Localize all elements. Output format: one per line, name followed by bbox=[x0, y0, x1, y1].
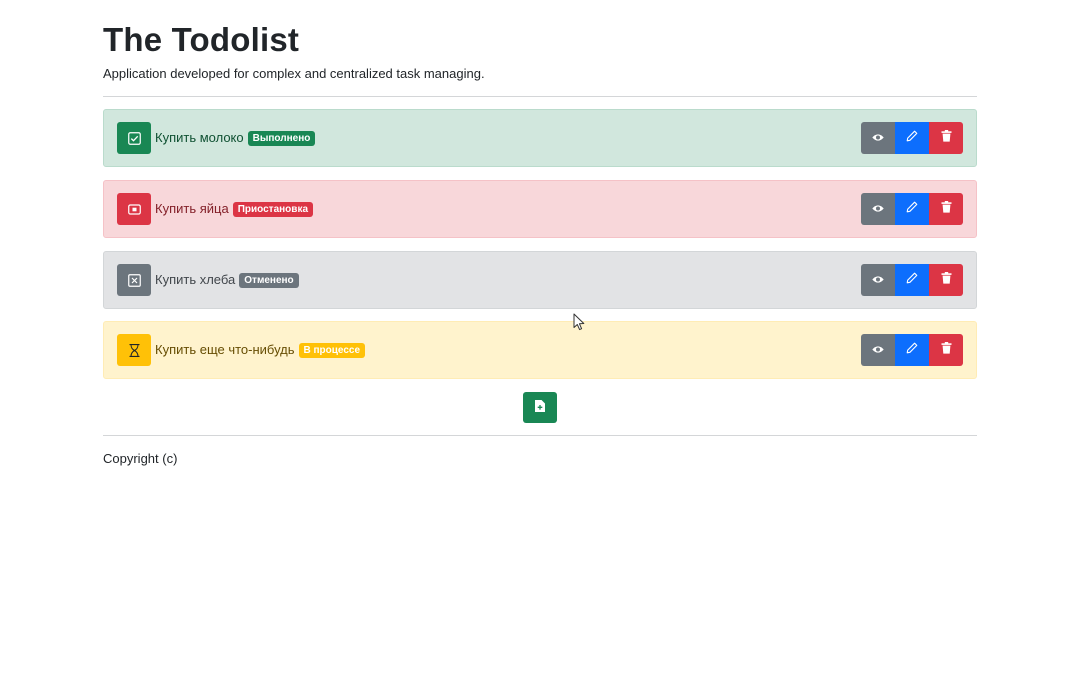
x-square-icon bbox=[117, 264, 151, 296]
header-divider bbox=[103, 96, 977, 97]
mouse-cursor-icon bbox=[573, 313, 585, 336]
task-title: Купить еще что-нибудь bbox=[155, 342, 295, 357]
trash-icon bbox=[941, 341, 952, 359]
view-button[interactable] bbox=[861, 264, 895, 296]
hourglass-icon bbox=[117, 334, 151, 366]
pencil-icon bbox=[906, 271, 918, 289]
trash-icon bbox=[941, 271, 952, 289]
view-button[interactable] bbox=[861, 334, 895, 366]
eye-icon bbox=[872, 341, 884, 359]
eye-icon bbox=[872, 200, 884, 218]
footer-divider bbox=[103, 435, 977, 436]
pencil-icon bbox=[906, 341, 918, 359]
task-item: Купить яйца Приостановка bbox=[103, 180, 977, 238]
pencil-icon bbox=[906, 200, 918, 218]
copyright-text: Copyright (c) bbox=[103, 451, 178, 466]
delete-button[interactable] bbox=[929, 334, 963, 366]
page-subtitle: Application developed for complex and ce… bbox=[103, 66, 485, 81]
stop-circle-icon bbox=[117, 193, 151, 225]
view-button[interactable] bbox=[861, 193, 895, 225]
task-actions bbox=[861, 193, 963, 225]
eye-icon bbox=[872, 271, 884, 289]
task-title: Купить хлеба bbox=[155, 272, 236, 287]
task-title: Купить яйца bbox=[155, 201, 229, 216]
page-title: The Todolist bbox=[103, 21, 300, 58]
delete-button[interactable] bbox=[929, 193, 963, 225]
task-actions bbox=[861, 334, 963, 366]
edit-button[interactable] bbox=[895, 334, 929, 366]
status-badge: В процессе bbox=[298, 342, 366, 358]
pencil-icon bbox=[906, 129, 918, 147]
delete-button[interactable] bbox=[929, 122, 963, 154]
edit-button[interactable] bbox=[895, 264, 929, 296]
trash-icon bbox=[941, 129, 952, 147]
task-actions bbox=[861, 264, 963, 296]
status-badge: Выполнено bbox=[247, 130, 316, 146]
status-badge: Отменено bbox=[239, 272, 299, 288]
check-square-icon bbox=[117, 122, 151, 154]
edit-button[interactable] bbox=[895, 193, 929, 225]
file-plus-icon bbox=[535, 399, 545, 417]
status-badge: Приостановка bbox=[232, 201, 314, 217]
task-item: Купить еще что-нибудь В процессе bbox=[103, 321, 977, 379]
view-button[interactable] bbox=[861, 122, 895, 154]
task-title: Купить молоко bbox=[155, 130, 244, 145]
add-task-button[interactable] bbox=[523, 392, 557, 423]
task-item: Купить хлеба Отменено bbox=[103, 251, 977, 309]
eye-icon bbox=[872, 129, 884, 147]
trash-icon bbox=[941, 200, 952, 218]
task-actions bbox=[861, 122, 963, 154]
task-item: Купить молоко Выполнено bbox=[103, 109, 977, 167]
delete-button[interactable] bbox=[929, 264, 963, 296]
edit-button[interactable] bbox=[895, 122, 929, 154]
